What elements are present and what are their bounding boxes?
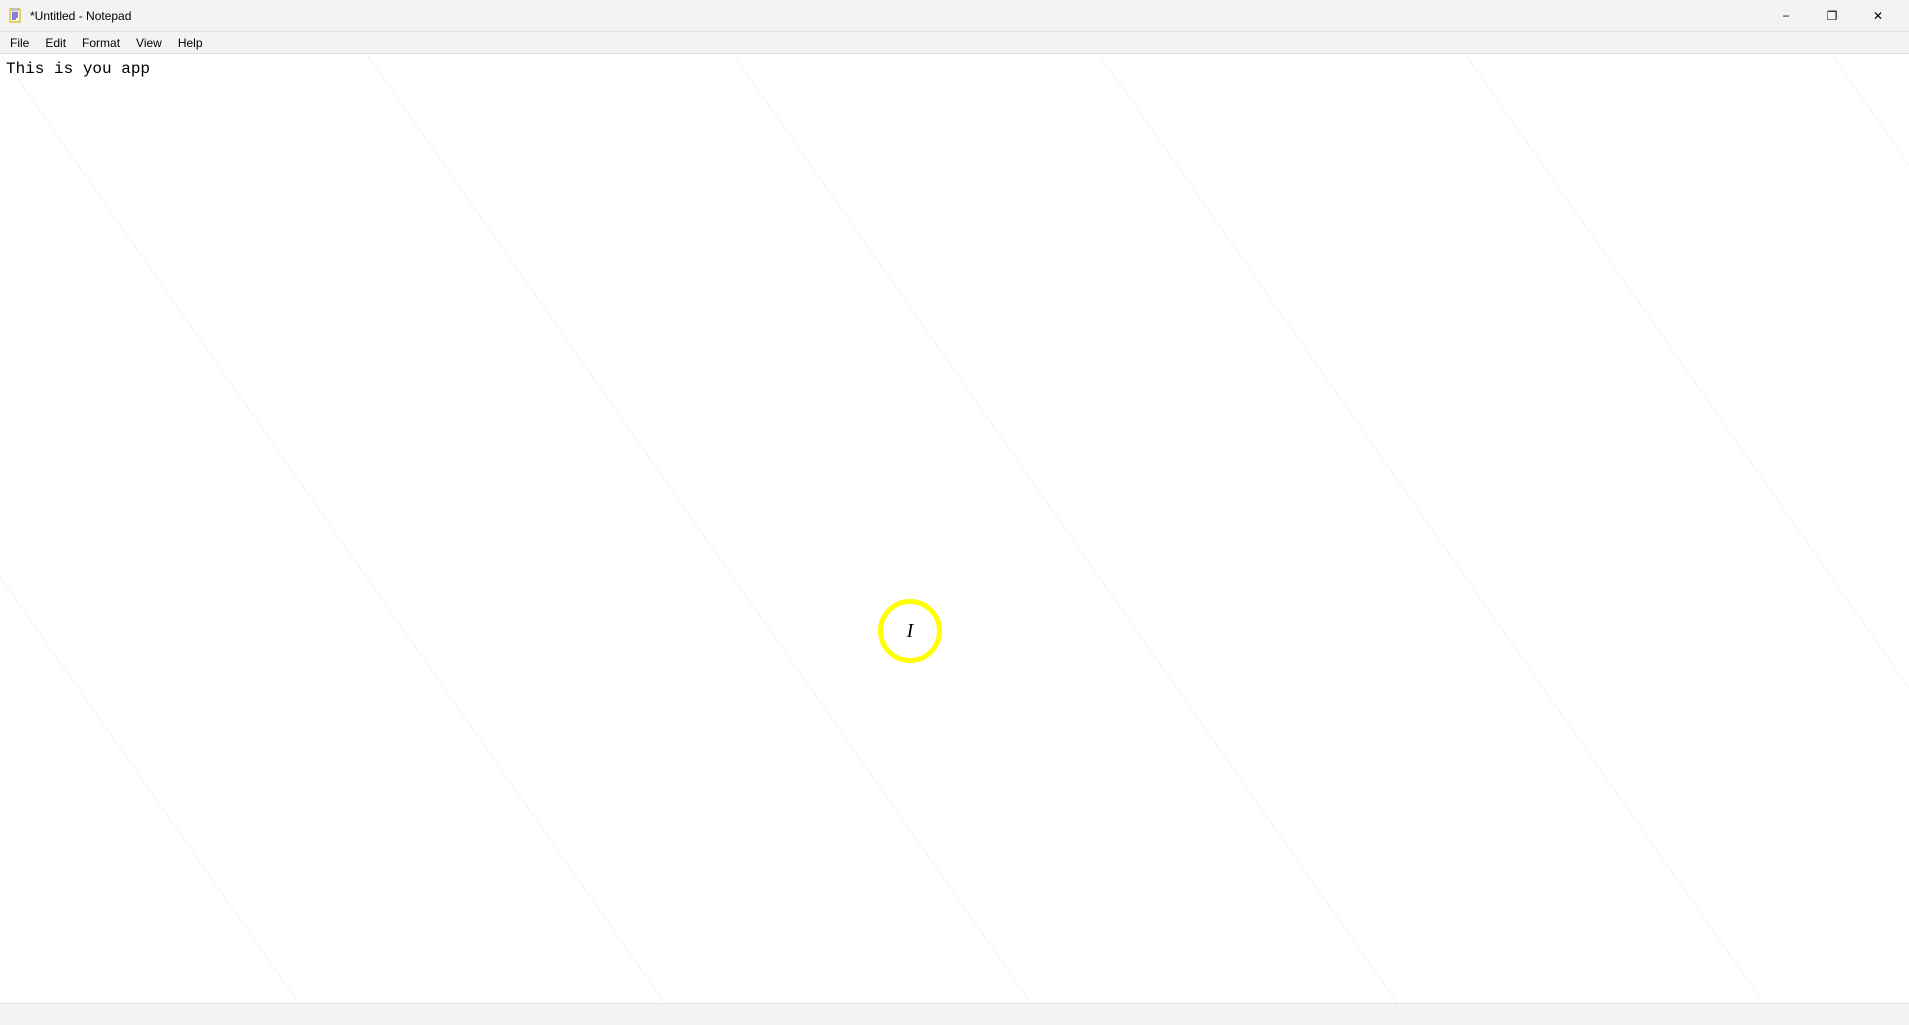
menu-view[interactable]: View bbox=[128, 32, 170, 54]
text-editor[interactable]: This is you app bbox=[0, 54, 1909, 1003]
restore-button[interactable]: ❐ bbox=[1809, 0, 1855, 32]
close-button[interactable]: ✕ bbox=[1855, 0, 1901, 32]
title-bar-controls: − ❐ ✕ bbox=[1763, 0, 1901, 32]
window-title: *Untitled - Notepad bbox=[30, 9, 131, 23]
minimize-button[interactable]: − bbox=[1763, 0, 1809, 32]
title-bar: *Untitled - Notepad − ❐ ✕ bbox=[0, 0, 1909, 32]
menu-file[interactable]: File bbox=[2, 32, 37, 54]
menu-edit[interactable]: Edit bbox=[37, 32, 74, 54]
title-bar-left: *Untitled - Notepad bbox=[8, 8, 131, 24]
notepad-app-icon bbox=[8, 8, 24, 24]
editor-container: This is you app I bbox=[0, 54, 1909, 1003]
status-bar bbox=[0, 1003, 1909, 1025]
menu-help[interactable]: Help bbox=[170, 32, 211, 54]
menu-bar: File Edit Format View Help bbox=[0, 32, 1909, 54]
menu-format[interactable]: Format bbox=[74, 32, 128, 54]
